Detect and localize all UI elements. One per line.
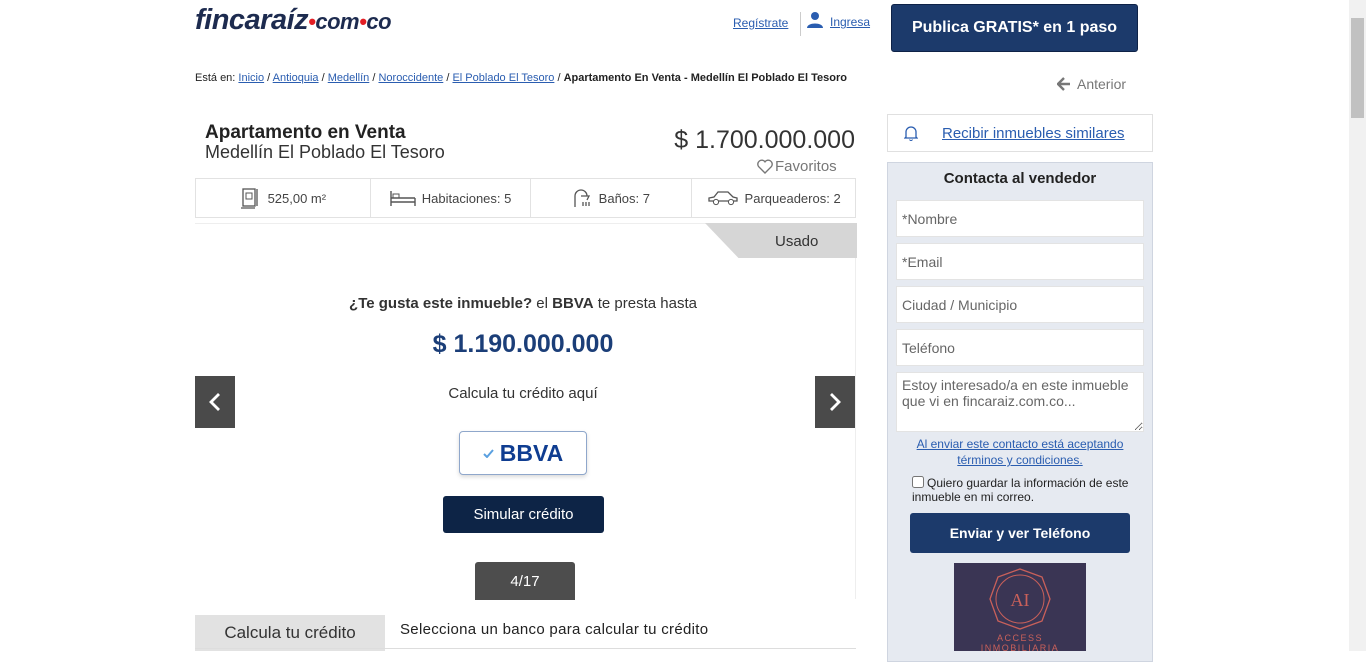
tab-calcula-credito[interactable]: Calcula tu crédito <box>195 615 385 651</box>
feature-parking-label: Parqueaderos: 2 <box>744 190 841 206</box>
features-bar: 525,00 m² Habitaciones: 5 Baños: 7 Parqu… <box>195 178 856 218</box>
simulate-credit-button[interactable]: Simular crédito <box>443 496 604 533</box>
breadcrumb-antioquia[interactable]: Antioquia <box>273 72 319 84</box>
svg-text:INMOBILIARIA: INMOBILIARIA <box>981 643 1060 651</box>
svg-text:ACCESS: ACCESS <box>997 633 1043 643</box>
credit-divider <box>195 648 856 649</box>
feature-area: 525,00 m² <box>196 179 371 217</box>
photo-counter: 4/17 <box>475 562 575 600</box>
breadcrumb-inicio[interactable]: Inicio <box>238 72 264 84</box>
shower-icon <box>574 189 590 207</box>
feature-parking: Parqueaderos: 2 <box>692 179 855 217</box>
bbva-tail: te presta hasta <box>597 295 697 312</box>
bell-icon <box>904 126 918 141</box>
property-location: Medellín El Poblado El Tesoro <box>205 142 445 162</box>
breadcrumb: Está en: Inicio / Antioquia / Medellín /… <box>195 72 847 84</box>
login-link[interactable]: Ingresa <box>806 11 870 29</box>
email-field[interactable] <box>896 243 1144 280</box>
credit-description: Selecciona un banco para calcular tu cré… <box>400 621 709 638</box>
feature-baths-label: Baños: 7 <box>598 190 650 206</box>
bbva-mid: el <box>536 295 548 312</box>
feature-baths: Baños: 7 <box>531 179 693 217</box>
breadcrumb-current: Apartamento En Venta - Medellín El Pobla… <box>563 72 847 84</box>
login-label: Ingresa <box>830 15 871 29</box>
logo-brand: fincaraíz <box>195 4 309 36</box>
photo-gallery <box>195 223 856 599</box>
gallery-next-button[interactable] <box>815 376 855 428</box>
calc-credit-text: Calcula tu crédito aquí <box>448 385 598 402</box>
bbva-bank: BBVA <box>552 295 594 312</box>
arrow-left-icon <box>1057 77 1070 91</box>
bbva-logo-text: BBVA <box>499 439 564 466</box>
save-info-row: Quiero guardar la información de este in… <box>912 476 1132 504</box>
agency-logo-graphic: AI ACCESS INMOBILIARIA <box>981 568 1060 651</box>
bed-icon <box>390 191 416 206</box>
check-icon <box>483 448 494 458</box>
breadcrumb-noroccidente[interactable]: Noroccidente <box>378 72 443 84</box>
terms-link[interactable]: Al enviar este contacto está aceptando t… <box>896 436 1144 468</box>
feature-area-label: 525,00 m² <box>267 190 327 206</box>
scrollbar-thumb[interactable] <box>1351 18 1364 118</box>
message-field[interactable] <box>896 372 1144 432</box>
send-contact-button[interactable]: Enviar y ver Teléfono <box>910 513 1130 553</box>
header-divider <box>800 12 801 36</box>
similar-alert-label: Recibir inmuebles similares <box>942 124 1125 142</box>
user-icon <box>807 12 823 28</box>
property-title: Apartamento en Venta <box>205 122 406 143</box>
breadcrumb-medellin[interactable]: Medellín <box>328 72 370 84</box>
register-link[interactable]: Regístrate <box>733 16 788 30</box>
breadcrumb-el-poblado[interactable]: El Poblado El Tesoro <box>452 72 554 84</box>
property-price: $ 1.700.000.000 <box>674 126 855 154</box>
name-field[interactable] <box>896 200 1144 237</box>
save-info-checkbox[interactable] <box>912 476 924 488</box>
favorites-button[interactable]: Favoritos <box>757 158 837 175</box>
condition-badge: Usado <box>775 233 819 250</box>
phone-field[interactable] <box>896 329 1144 366</box>
chevron-left-icon <box>209 393 220 411</box>
feature-rooms: Habitaciones: 5 <box>371 179 532 217</box>
chevron-right-icon <box>830 393 841 411</box>
bbva-question: ¿Te gusta este inmueble? <box>349 295 533 312</box>
gallery-prev-button[interactable] <box>195 376 235 428</box>
area-icon <box>240 188 258 209</box>
car-icon <box>707 191 738 206</box>
save-info-label: Quiero guardar la información de este in… <box>912 476 1129 504</box>
bbva-logo-button[interactable]: BBVA <box>459 431 587 475</box>
back-link[interactable]: Anterior <box>1057 76 1126 92</box>
city-field[interactable] <box>896 286 1144 323</box>
contact-title: Contacta al vendedor <box>943 170 1097 187</box>
publish-free-button[interactable]: Publica GRATIS* en 1 paso <box>891 4 1138 52</box>
heart-icon <box>757 159 773 174</box>
bbva-loan-amount: $ 1.190.000.000 <box>432 330 614 358</box>
site-logo[interactable]: fincaraíz•com•co <box>195 4 392 37</box>
bbva-offer-text: ¿Te gusta este inmueble? el BBVA te pres… <box>195 295 851 312</box>
breadcrumb-prefix: Está en: <box>195 72 236 84</box>
feature-rooms-label: Habitaciones: 5 <box>421 190 512 206</box>
agency-monogram: AI <box>1011 590 1030 610</box>
back-label: Anterior <box>1077 76 1127 92</box>
agency-logo[interactable]: AI ACCESS INMOBILIARIA <box>954 563 1086 651</box>
logo-cc: co <box>366 9 392 34</box>
favorites-label: Favoritos <box>775 158 837 175</box>
logo-tld: com <box>315 9 360 34</box>
similar-alert-button[interactable]: Recibir inmuebles similares <box>887 114 1153 152</box>
